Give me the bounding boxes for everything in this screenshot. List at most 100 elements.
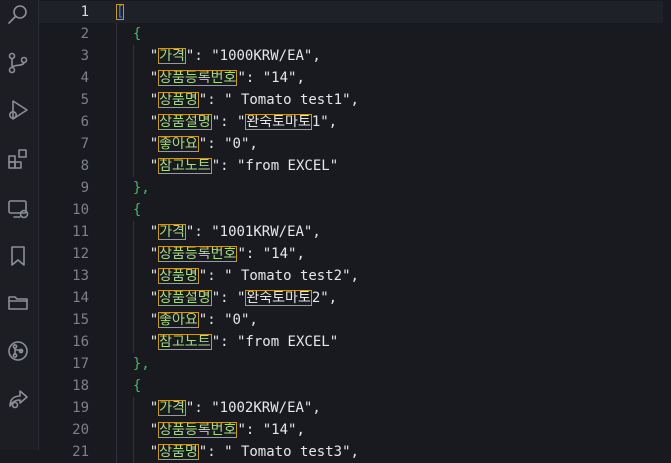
- code-text: "가격": "1000KRW/EA",: [150, 45, 321, 67]
- indent-guide: [132, 89, 134, 111]
- colon: ":: [211, 334, 237, 350]
- remote-explorer-icon[interactable]: [5, 196, 31, 222]
- indent-guide: [132, 67, 134, 89]
- quote: ": [149, 400, 159, 416]
- code-line[interactable]: 16 "참고노트": "from EXCEL": [39, 331, 671, 353]
- indent-guide: [116, 177, 117, 199]
- indent-guide: [132, 331, 134, 353]
- indent-guide: [132, 287, 134, 309]
- colon: ":: [198, 268, 225, 284]
- json-value: " Tomato test1",: [224, 92, 359, 108]
- indent-guide: [132, 419, 134, 441]
- line-number: 8: [80, 158, 89, 174]
- indent-guide: [132, 265, 134, 287]
- code-line[interactable]: 12 "상품등록번호": "14",: [39, 243, 671, 265]
- quote: ": [149, 114, 159, 130]
- code-text: "상품등록번호": "14",: [150, 419, 305, 441]
- json-value: 2",: [311, 290, 338, 306]
- quote: ": [149, 246, 159, 262]
- json-value-highlight: 완숙토마토: [245, 290, 312, 306]
- colon: ":: [211, 290, 237, 306]
- source-control-icon[interactable]: [5, 50, 31, 76]
- quote: ": [149, 70, 159, 86]
- indent-guide: [116, 45, 117, 67]
- json-key: 참고노트: [158, 158, 212, 174]
- json-value: "from EXCEL": [236, 158, 339, 174]
- code-line[interactable]: 21 "상품명": " Tomato test3",: [39, 441, 671, 463]
- quote: ": [149, 158, 159, 174]
- colon: ":: [237, 422, 263, 438]
- git-graph-icon[interactable]: [5, 338, 31, 364]
- folder-icon[interactable]: [5, 289, 31, 315]
- open-brace: {: [132, 202, 142, 218]
- bookmark-icon[interactable]: [5, 243, 31, 269]
- code-line[interactable]: 1[: [39, 1, 671, 23]
- indent-guide: [116, 221, 117, 243]
- indent-guide: [132, 397, 134, 419]
- scrollbar[interactable]: [663, 0, 671, 450]
- code-line[interactable]: 15 "좋아요": "0",: [39, 309, 671, 331]
- indent-guide: [132, 243, 134, 265]
- code-line[interactable]: 20 "상품등록번호": "14",: [39, 419, 671, 441]
- code-text: "상품명": " Tomato test1",: [150, 89, 359, 111]
- indent-guide: [132, 309, 134, 331]
- quote: ": [149, 224, 159, 240]
- json-key: 상품명: [158, 268, 199, 284]
- extensions-icon[interactable]: [5, 146, 31, 172]
- json-value: "from EXCEL": [236, 334, 339, 350]
- code-line[interactable]: 9},: [39, 177, 671, 199]
- json-key: 좋아요: [158, 312, 199, 328]
- colon: ":: [198, 136, 225, 152]
- code-text: [: [116, 1, 125, 23]
- colon: ":: [211, 114, 237, 130]
- indent-guide: [116, 111, 117, 133]
- code-line[interactable]: 4 "상품등록번호": "14",: [39, 67, 671, 89]
- indent-guide: [116, 67, 117, 89]
- indent-guide: [132, 111, 134, 133]
- line-number: 15: [72, 312, 89, 328]
- code-line[interactable]: 3 "가격": "1000KRW/EA",: [39, 45, 671, 67]
- code-line[interactable]: 18 {: [39, 375, 671, 397]
- close-brace: },: [132, 356, 150, 372]
- code-text: "가격": "1001KRW/EA",: [150, 221, 321, 243]
- indent-guide: [116, 353, 117, 375]
- open-brace: {: [132, 378, 142, 394]
- colon: ":: [185, 48, 212, 64]
- run-debug-icon[interactable]: [5, 97, 31, 123]
- code-line[interactable]: 5 "상품명": " Tomato test1",: [39, 89, 671, 111]
- line-number: 11: [72, 224, 89, 240]
- code-line[interactable]: 6 "상품설명": "완숙토마토1",: [39, 111, 671, 133]
- indent-guide: [116, 375, 117, 397]
- line-number: 14: [72, 290, 89, 306]
- code-line[interactable]: 2{: [39, 23, 671, 45]
- code-line[interactable]: 11 "가격": "1001KRW/EA",: [39, 221, 671, 243]
- quote: ": [149, 268, 159, 284]
- search-icon[interactable]: [5, 2, 31, 28]
- json-key: 상품명: [158, 92, 199, 108]
- line-number: 12: [72, 246, 89, 262]
- code-text: {: [133, 23, 141, 45]
- code-line[interactable]: 10 {: [39, 199, 671, 221]
- code-line[interactable]: 13 "상품명": " Tomato test2",: [39, 265, 671, 287]
- quote: ": [149, 92, 159, 108]
- code-text: },: [133, 177, 150, 199]
- code-line[interactable]: 14 "상품설명": "완숙토마토2",: [39, 287, 671, 309]
- json-value: "1002KRW/EA",: [211, 400, 321, 416]
- json-key: 상품등록번호: [158, 422, 238, 438]
- code-text: },: [133, 353, 150, 375]
- json-key: 상품설명: [158, 114, 212, 130]
- code-line[interactable]: 8 "참고노트": "from EXCEL": [39, 155, 671, 177]
- colon: ":: [237, 70, 263, 86]
- code-line[interactable]: 19 "가격": "1002KRW/EA",: [39, 397, 671, 419]
- code-editor[interactable]: 1[2{3 "가격": "1000KRW/EA", 4 "상품등록번호": "14",…: [39, 0, 671, 463]
- indent-guide: [132, 133, 134, 155]
- code-line[interactable]: 17},: [39, 353, 671, 375]
- open-bracket: [: [116, 4, 125, 20]
- line-number: 7: [80, 136, 89, 152]
- share-icon[interactable]: [5, 386, 31, 412]
- json-value: "14",: [262, 422, 305, 438]
- line-number: 9: [80, 180, 89, 196]
- code-line[interactable]: 7 "좋아요": "0",: [39, 133, 671, 155]
- json-value-highlight: 완숙토마토: [245, 114, 312, 130]
- indent-guide: [116, 419, 117, 441]
